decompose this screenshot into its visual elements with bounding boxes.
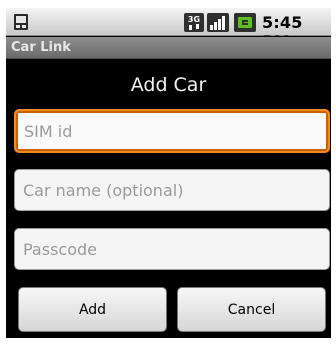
3g-icon: 3G: [184, 13, 204, 32]
app-title: Car Link: [11, 40, 71, 55]
cancel-button[interactable]: Cancel: [177, 287, 326, 332]
network-type-label: 3G: [188, 15, 200, 24]
battery-icon: [234, 13, 256, 32]
car-name-input[interactable]: [14, 169, 330, 211]
app-title-bar: Car Link: [6, 37, 331, 59]
notification-icon: [14, 14, 28, 30]
signal-icon: [207, 13, 229, 32]
phone-screen: 3G 5:45 PM Car Link Add Car Add Cancel: [6, 8, 331, 338]
add-button[interactable]: Add: [18, 287, 167, 332]
status-bar: 3G 5:45 PM: [6, 8, 331, 51]
passcode-input[interactable]: [14, 228, 330, 270]
dialog-title: Add Car: [130, 74, 207, 96]
sim-id-input[interactable]: [14, 109, 330, 153]
